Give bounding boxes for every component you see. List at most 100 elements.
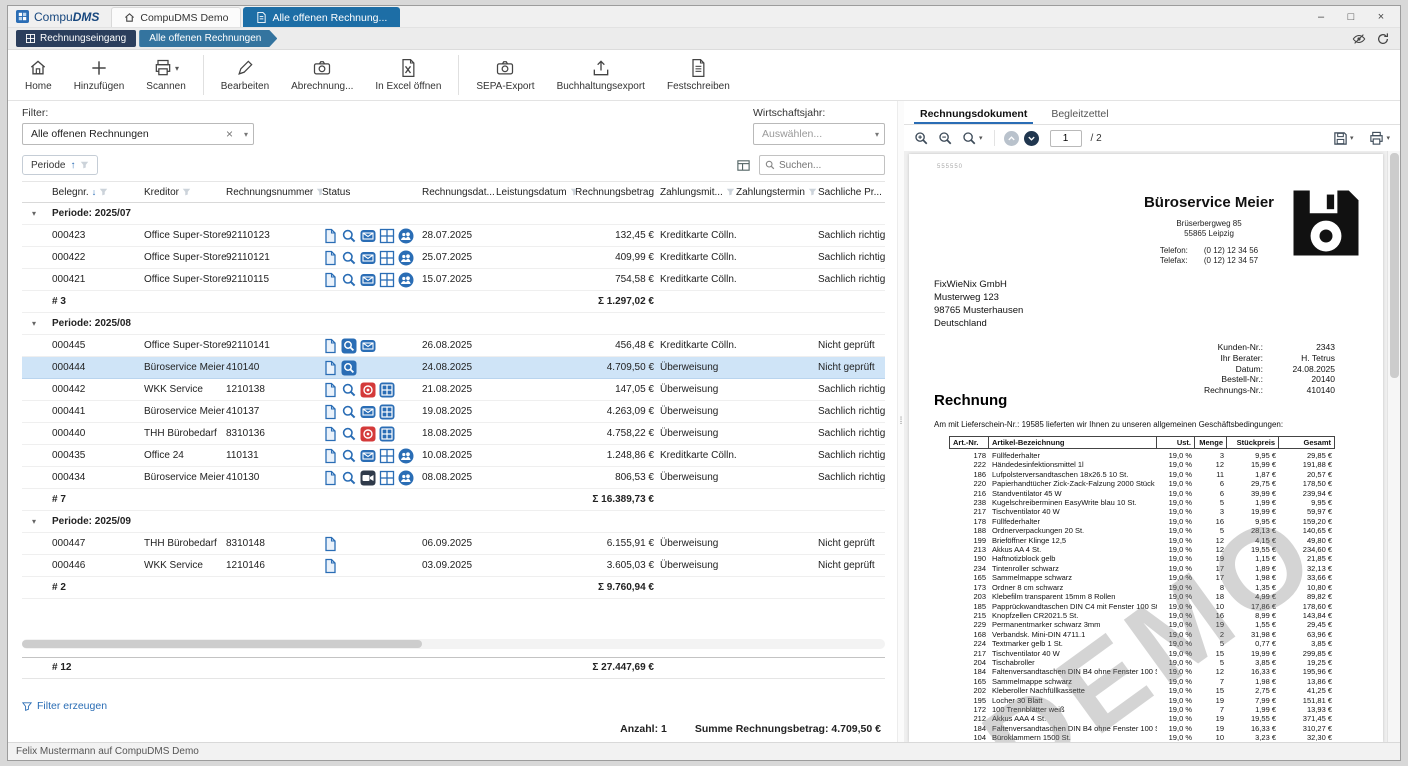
- column-chooser-icon[interactable]: [736, 158, 751, 173]
- file-icon[interactable]: [322, 536, 338, 552]
- column-header[interactable]: Σ Rechnungsbetrag: [576, 187, 660, 198]
- horizontal-scrollbar[interactable]: [22, 639, 885, 649]
- users-icon[interactable]: [398, 448, 414, 464]
- group-header-row[interactable]: ▾Periode: 2025/07: [22, 203, 885, 225]
- column-header[interactable]: Zahlungsmit...: [660, 187, 736, 198]
- table-row[interactable]: 000447THH Bürobedarf831014806.09.20256.1…: [22, 533, 885, 555]
- column-header[interactable]: Kreditor: [144, 187, 226, 198]
- table-row[interactable]: 000445Office Super-Store9211014126.08.20…: [22, 335, 885, 357]
- column-header[interactable]: Leistungsdatum: [496, 187, 576, 198]
- grid-box-icon[interactable]: [379, 382, 395, 398]
- save-export-button[interactable]: ▾: [1331, 129, 1356, 148]
- table-row[interactable]: 000440THH Bürobedarf831013618.08.20254.7…: [22, 423, 885, 445]
- breadcrumb-view[interactable]: Alle offenen Rechnungen: [139, 30, 277, 47]
- fiscal-year-dropdown[interactable]: Auswählen... ▾: [753, 123, 885, 145]
- send-icon[interactable]: [360, 338, 376, 354]
- grid-box-icon[interactable]: [379, 404, 395, 420]
- users-icon[interactable]: [398, 228, 414, 244]
- group-header-row[interactable]: ▾Periode: 2025/08: [22, 313, 885, 335]
- zoom-icon[interactable]: [341, 382, 357, 398]
- table-row[interactable]: 000422Office Super-Store9211012125.07.20…: [22, 247, 885, 269]
- search-input[interactable]: [779, 160, 879, 171]
- send-icon[interactable]: [360, 228, 376, 244]
- vertical-scrollbar[interactable]: [1387, 151, 1400, 742]
- alert-icon[interactable]: [360, 426, 376, 442]
- scrollbar-thumb[interactable]: [1390, 153, 1399, 378]
- toolbar-button-home[interactable]: Home: [14, 55, 63, 95]
- file-icon[interactable]: [322, 272, 338, 288]
- zoom-icon[interactable]: [341, 250, 357, 266]
- table-row[interactable]: 000434Büroservice Meier41013008.08.20258…: [22, 467, 885, 489]
- file-icon[interactable]: [322, 426, 338, 442]
- search-box[interactable]: [759, 155, 885, 175]
- zoom-box-icon[interactable]: [341, 338, 357, 354]
- zoom-icon[interactable]: [341, 426, 357, 442]
- create-filter-link[interactable]: Filter erzeugen: [37, 700, 107, 712]
- table-row[interactable]: 000444Büroservice Meier41014024.08.20254…: [22, 357, 885, 379]
- grid-icon[interactable]: [379, 470, 395, 486]
- file-icon[interactable]: [322, 470, 338, 486]
- file-icon[interactable]: [322, 404, 338, 420]
- file-icon[interactable]: [322, 382, 338, 398]
- toolbar-button-festschreiben[interactable]: Festschreiben: [656, 55, 741, 95]
- close-button[interactable]: ×: [1366, 11, 1396, 23]
- column-header[interactable]: Rechnungsdat...: [422, 187, 496, 198]
- file-icon[interactable]: [322, 360, 338, 376]
- zoom-icon[interactable]: [341, 404, 357, 420]
- collapse-chevron-icon[interactable]: ▾: [22, 511, 52, 533]
- group-by-periode-chip[interactable]: Periode ↑: [22, 155, 98, 175]
- column-header[interactable]: Zahlungstermin: [736, 187, 818, 198]
- users-icon[interactable]: [398, 470, 414, 486]
- previous-page-button[interactable]: [1004, 131, 1019, 146]
- zoom-in-button[interactable]: [912, 129, 931, 148]
- print-menu-button[interactable]: ▾: [1367, 129, 1392, 148]
- table-row[interactable]: 000435Office 2411013110.08.20251.248,86 …: [22, 445, 885, 467]
- minimize-button[interactable]: –: [1306, 11, 1336, 23]
- zoom-box-icon[interactable]: [341, 360, 357, 376]
- grid-icon[interactable]: [379, 272, 395, 288]
- collapse-chevron-icon[interactable]: ▾: [22, 203, 52, 225]
- file-icon[interactable]: [322, 338, 338, 354]
- toolbar-button-scannen[interactable]: ▾Scannen: [135, 55, 196, 95]
- table-row[interactable]: 000421Office Super-Store9211011515.07.20…: [22, 269, 885, 291]
- scrollbar-thumb[interactable]: [22, 640, 422, 648]
- file-icon[interactable]: [322, 228, 338, 244]
- maximize-button[interactable]: □: [1336, 11, 1366, 23]
- group-header-row[interactable]: ▾Periode: 2025/09: [22, 511, 885, 533]
- file-icon[interactable]: [322, 558, 338, 574]
- tab-rechnungsdokument[interactable]: Rechnungsdokument: [910, 103, 1037, 124]
- table-row[interactable]: 000423Office Super-Store9211012328.07.20…: [22, 225, 885, 247]
- collapse-chevron-icon[interactable]: ▾: [22, 313, 52, 335]
- grid-icon[interactable]: [379, 250, 395, 266]
- preview-toggle-icon[interactable]: [1352, 32, 1366, 46]
- alert-icon[interactable]: [360, 382, 376, 398]
- filter-dropdown[interactable]: Alle offenen Rechnungen × ▾: [22, 123, 254, 145]
- toolbar-button-abrechnung[interactable]: Abrechnung...: [280, 55, 364, 95]
- tab-compudms-demo[interactable]: CompuDMS Demo: [111, 7, 241, 27]
- file-icon[interactable]: [322, 250, 338, 266]
- toolbar-button-hinzufuegen[interactable]: Hinzufügen: [63, 55, 136, 95]
- table-row[interactable]: 000446WKK Service121014603.09.20253.605,…: [22, 555, 885, 577]
- grid-box-icon[interactable]: [379, 426, 395, 442]
- column-header[interactable]: Rechnungsnummer: [226, 187, 322, 198]
- zoom-icon[interactable]: [341, 272, 357, 288]
- zoom-icon[interactable]: [341, 448, 357, 464]
- zoom-menu-button[interactable]: ▾: [960, 129, 985, 148]
- breadcrumb-module[interactable]: Rechnungseingang: [16, 30, 136, 47]
- clear-filter-icon[interactable]: ×: [219, 127, 240, 141]
- grid-icon[interactable]: [379, 448, 395, 464]
- grid-icon[interactable]: [379, 228, 395, 244]
- zoom-icon[interactable]: [341, 470, 357, 486]
- panel-splitter[interactable]: ⁞: [897, 101, 904, 742]
- send-icon[interactable]: [360, 272, 376, 288]
- tab-begleitzettel[interactable]: Begleitzettel: [1041, 103, 1118, 124]
- tab-alle-offenen-rechnungen[interactable]: Alle offenen Rechnung...: [243, 7, 400, 27]
- column-header[interactable]: Status: [322, 187, 422, 198]
- next-page-button[interactable]: [1024, 131, 1039, 146]
- toolbar-button-buchhaltungsexport[interactable]: Buchhaltungsexport: [546, 55, 656, 95]
- table-row[interactable]: 000441Büroservice Meier41013719.08.20254…: [22, 401, 885, 423]
- toolbar-button-sepa-export[interactable]: SEPA-Export: [465, 55, 545, 95]
- send-icon[interactable]: [360, 448, 376, 464]
- send-icon[interactable]: [360, 404, 376, 420]
- zoom-icon[interactable]: [341, 228, 357, 244]
